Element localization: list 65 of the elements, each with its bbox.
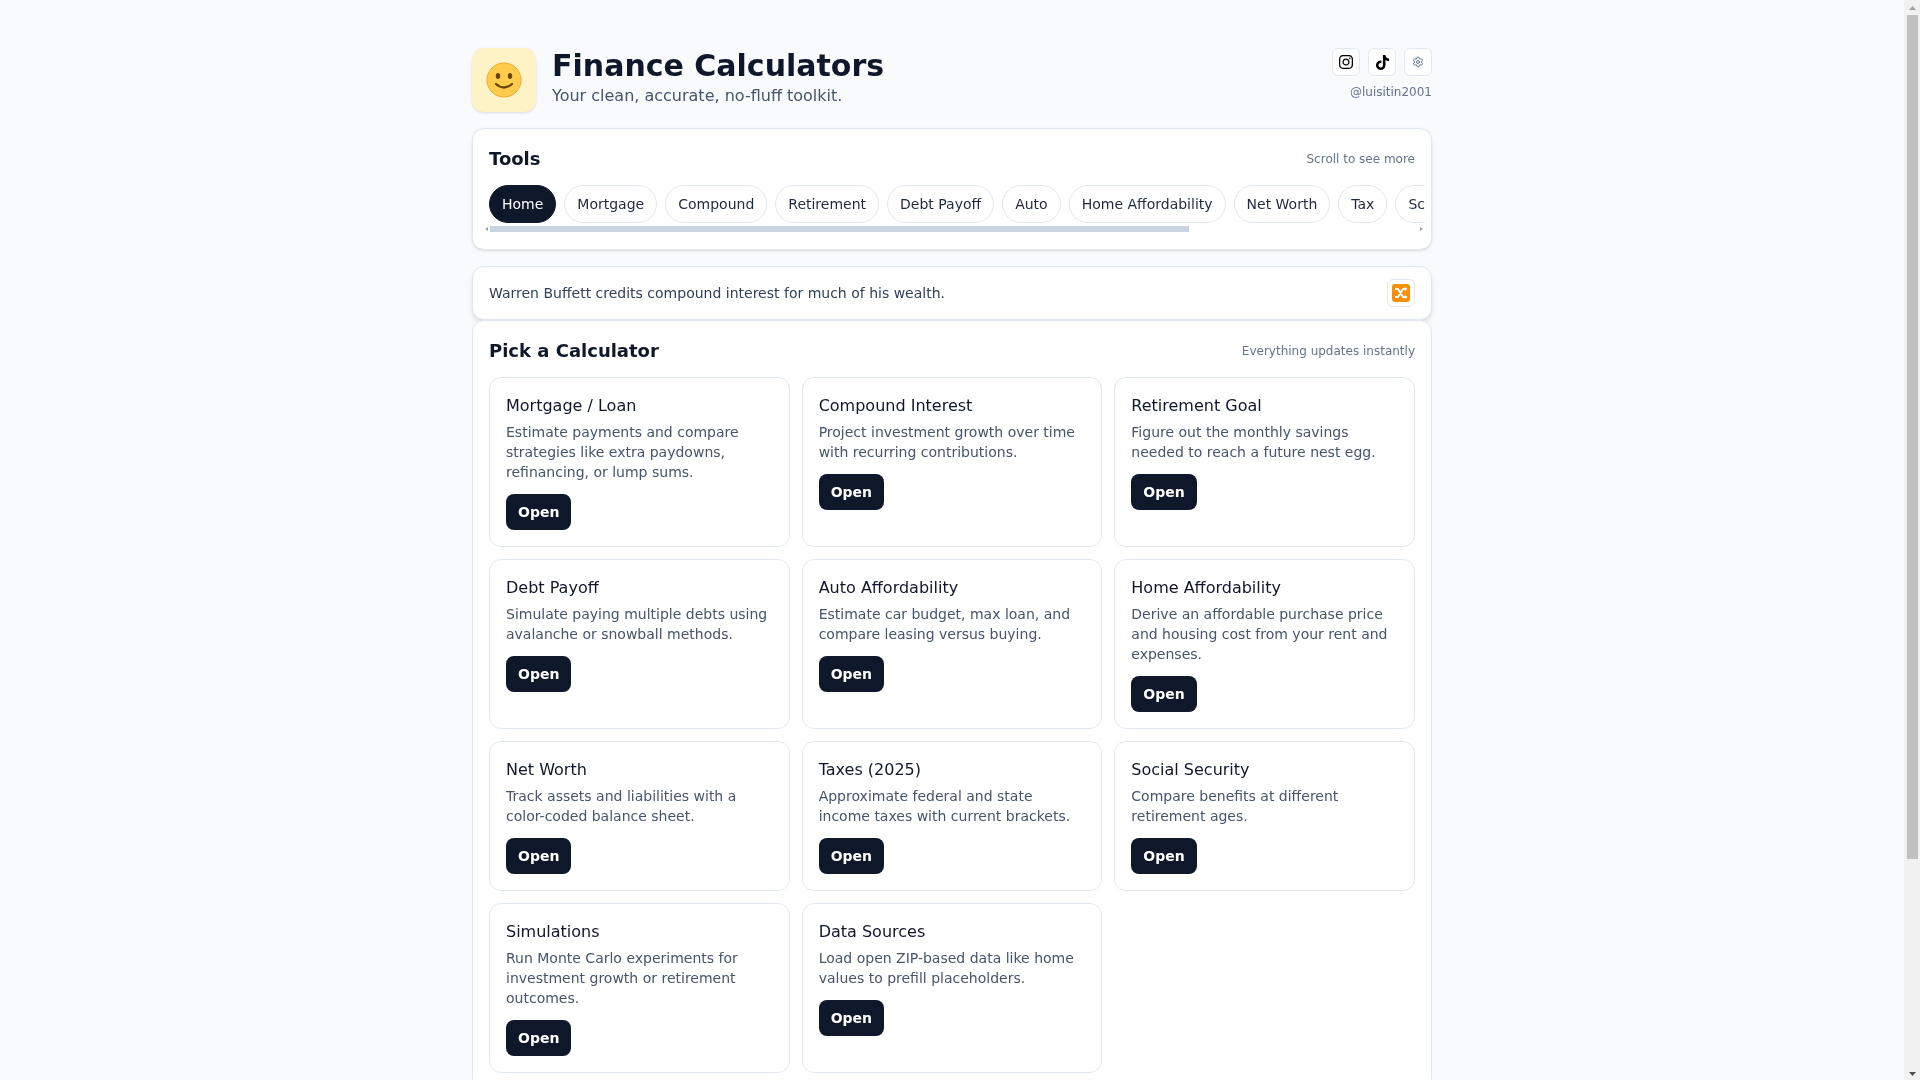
card-title: Compound Interest [818,395,973,417]
card-title: Auto Affordability [818,577,959,599]
shuffle-icon [1392,284,1410,302]
card-description: Figure out the monthly savings needed to reach a future nest egg. [1131,423,1377,462]
card-title: Taxes (2025) [818,759,922,781]
card-description: Load open ZIP-based data like home values to prefill placeholders. [818,949,1075,988]
open-button[interactable]: Open [818,474,885,510]
quote-text: Warren Buffett credits compound interest for much of his wealth. [489,284,945,303]
instagram-button[interactable] [1332,48,1360,76]
tab[interactable]: Debt Payoff [887,185,995,223]
tab[interactable]: Home [489,185,557,223]
caret-up-icon [1908,5,1916,10]
smiley-icon [472,48,536,112]
user-handle: @luisitin2001 [1349,84,1432,100]
settings-button[interactable] [1404,48,1432,76]
card-description: Estimate payments and compare strategies like extra paydowns, refinancing, or lump sums. [506,423,740,482]
caret-left-icon [485,227,488,231]
open-button[interactable]: Open [818,838,885,874]
tab[interactable]: Tax [1338,185,1388,223]
open-button[interactable]: Open [506,494,572,530]
tiktok-icon [1374,54,1390,70]
card-title: Data Sources [818,921,926,943]
caret-down-icon [1908,1072,1916,1076]
caret-right-icon [1420,227,1423,231]
open-button[interactable]: Open [1131,474,1197,510]
scroll-hint: Scroll to see more [1306,151,1415,167]
card-title: Retirement Goal [1131,395,1262,417]
card-description: Approximate federal and state income taxes with current brackets. [818,787,1072,826]
section-title: Tools [489,147,541,171]
card-description: Derive an affordable purchase price and housing cost from your rent and expenses. [1131,605,1389,664]
page-title: Finance Calculators [552,48,885,84]
open-button[interactable]: Open [1131,676,1197,712]
open-button[interactable]: Open [818,1000,885,1036]
card-title: Net Worth [506,759,587,781]
open-button[interactable]: Open [818,656,885,692]
card-title: Mortgage / Loan [506,395,637,417]
settings-icon [1412,56,1424,68]
open-button[interactable]: Open [506,838,572,874]
section-title: Pick a Calculator [489,339,659,363]
section-hint: Everything updates instantly [1241,343,1415,359]
tab[interactable]: Mortgage [564,185,658,223]
card-title: Social Security [1131,759,1250,781]
tab[interactable]: Compound [665,185,768,223]
page-subtitle: Your clean, accurate, no-fluff toolkit. [552,85,844,107]
page-scrollbar[interactable] [1904,0,1920,1080]
card-title: Simulations [506,921,600,943]
tab[interactable]: Sc [1395,185,1425,223]
tab[interactable]: Home Affordability [1068,185,1226,223]
tab[interactable]: Net Worth [1233,185,1331,223]
card-description: Run Monte Carlo experiments for investment growth or retirement outcomes. [506,949,739,1008]
card-description: Track assets and liabilities with a color-coded balance sheet. [506,787,738,826]
tab[interactable]: Retirement [775,185,880,223]
card-description: Estimate car budget, max loan, and compare leasing versus buying. [818,605,1072,644]
shuffle-button[interactable] [1387,279,1415,307]
card-description: Simulate paying multiple debts using avalanche or snowball methods. [506,605,769,644]
card-title: Debt Payoff [506,577,599,599]
card-title: Home Affordability [1131,577,1281,599]
tab[interactable]: Auto [1002,185,1061,223]
open-button[interactable]: Open [506,1020,572,1056]
open-button[interactable]: Open [1131,838,1197,874]
instagram-icon [1338,54,1354,70]
card-description: Compare benefits at different retirement ages. [1131,787,1340,826]
open-button[interactable]: Open [506,656,572,692]
tiktok-button[interactable] [1368,48,1396,76]
card-description: Project investment growth over time with recurring contributions. [818,423,1076,462]
